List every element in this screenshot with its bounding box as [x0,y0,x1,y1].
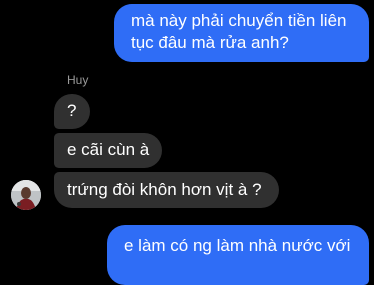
avatar-photo-icon [11,180,41,210]
outgoing-message-bubble[interactable]: e làm có ng làm nhà nước với [107,225,369,285]
message-text: trứng đòi khôn hơn vịt à ? [67,180,262,199]
incoming-message-bubble[interactable]: ? [54,94,90,129]
message-text: e cãi cùn à [67,140,150,159]
outgoing-message-bubble[interactable]: mà này phải chuyển tiền liên tục đâu mà … [114,4,369,62]
sender-name: Huy [67,73,89,87]
sender-avatar[interactable] [11,180,41,210]
message-text: ? [67,101,77,120]
message-text-line: e làm có ng làm nhà nước với [124,236,351,255]
message-text-line: mà này phải chuyển tiền liên [131,11,347,30]
incoming-message-bubble[interactable]: trứng đòi khôn hơn vịt à ? [54,172,279,208]
message-text-line: tục đâu mà rửa anh? [131,33,289,52]
incoming-message-bubble[interactable]: e cãi cùn à [54,133,162,168]
